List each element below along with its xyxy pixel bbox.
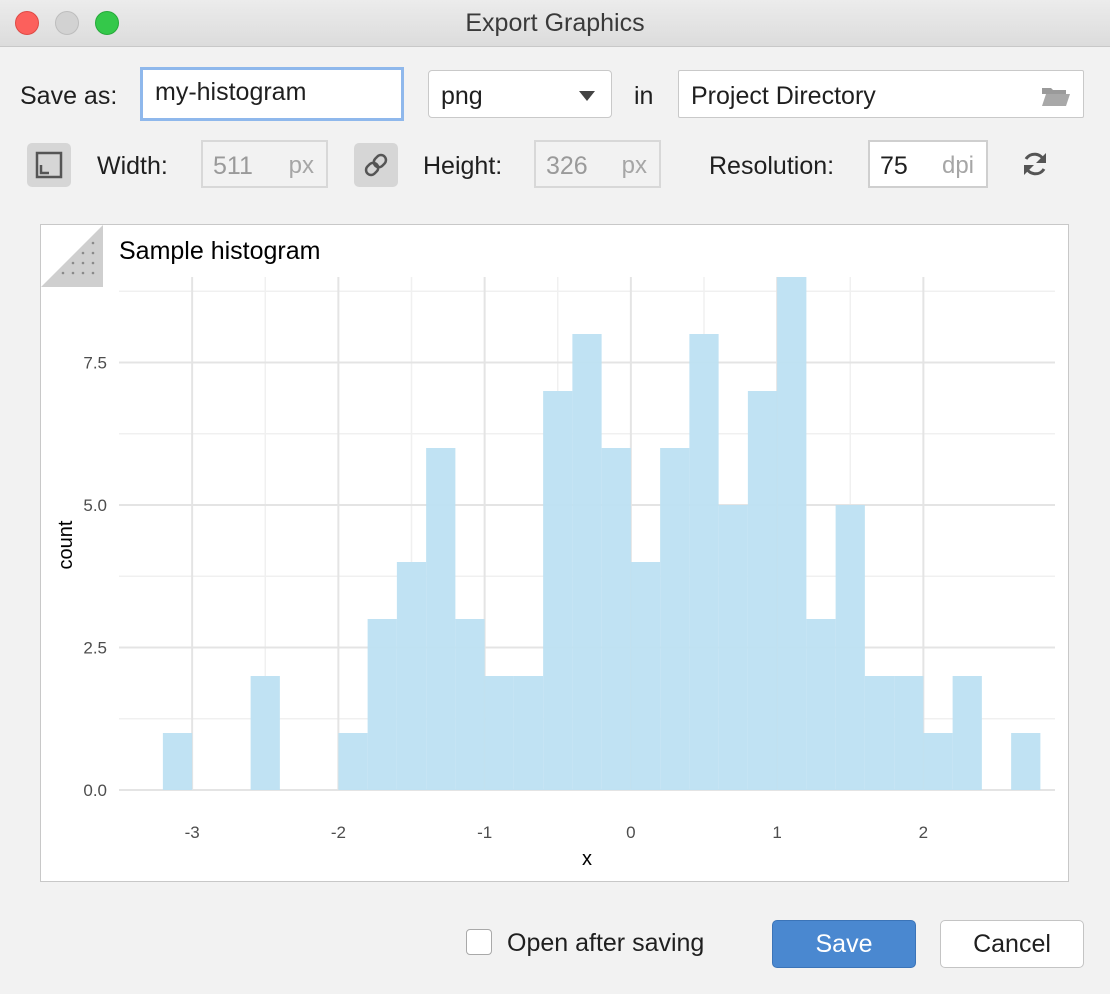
- histogram-bar: [367, 619, 397, 790]
- y-axis-ticks: 0.0 2.5 5.0 7.5: [83, 354, 107, 801]
- histogram-bars: [162, 277, 1041, 790]
- filename-input[interactable]: my-histogram: [140, 67, 404, 121]
- directory-field[interactable]: Project Directory: [678, 70, 1084, 118]
- histogram-bar: [250, 676, 280, 790]
- y-tick-label: 0.0: [83, 781, 107, 800]
- histogram-bar: [543, 391, 573, 790]
- x-tick-label: 2: [919, 823, 928, 842]
- histogram-bar: [864, 676, 895, 790]
- histogram-bar: [777, 277, 807, 790]
- histogram-bar: [923, 733, 953, 790]
- window-title: Export Graphics: [465, 9, 645, 37]
- x-tick-label: -2: [331, 823, 346, 842]
- histogram-bar: [689, 334, 719, 790]
- resolution-value: 75: [880, 152, 908, 180]
- format-select-value: png: [441, 82, 483, 110]
- width-label: Width:: [97, 152, 168, 180]
- histogram-bar: [426, 448, 456, 790]
- histogram-bar: [1011, 733, 1041, 790]
- width-unit: px: [288, 152, 314, 179]
- refresh-icon[interactable]: [1020, 149, 1050, 179]
- x-tick-label: -3: [185, 823, 200, 842]
- histogram-bar: [338, 733, 368, 790]
- y-tick-label: 7.5: [83, 354, 107, 373]
- width-field: 511 px: [201, 140, 328, 188]
- histogram-bar: [396, 562, 427, 790]
- height-value: 326: [546, 152, 588, 180]
- x-tick-label: -1: [477, 823, 492, 842]
- histogram-bar: [162, 733, 193, 790]
- save-button[interactable]: Save: [772, 920, 916, 968]
- link-proportions-button[interactable]: [354, 143, 398, 187]
- histogram-chart: -3 -2 -1 0 1 2 0.02.55.07.5 Sample histogram …: [55, 237, 1055, 870]
- histogram-bar: [718, 505, 748, 790]
- histogram-bar: [484, 676, 514, 790]
- histogram-bar: [747, 391, 778, 790]
- histogram-bar: [806, 619, 836, 790]
- export-graphics-dialog: Export Graphics Save as: my-histogram pn…: [0, 0, 1110, 994]
- resolution-label: Resolution:: [709, 152, 835, 180]
- link-icon: [364, 153, 388, 177]
- open-after-saving-checkbox[interactable]: [466, 929, 492, 955]
- resize-grip-icon[interactable]: [41, 225, 103, 287]
- folder-open-icon[interactable]: [1041, 85, 1071, 107]
- height-label: Height:: [423, 152, 503, 180]
- title-bar: Export Graphics: [0, 0, 1110, 47]
- width-value: 511: [213, 152, 253, 180]
- height-field: 326 px: [534, 140, 661, 188]
- histogram-bar: [835, 505, 865, 790]
- in-label: in: [634, 82, 654, 110]
- x-tick-label: 0: [626, 823, 635, 842]
- height-unit: px: [621, 152, 647, 179]
- histogram-bar: [455, 619, 485, 790]
- histogram-bar: [572, 334, 602, 790]
- chart-preview: -3 -2 -1 0 1 2 0.0 2.5 5.0 7.5 Sample histogram …: [40, 224, 1069, 882]
- y-tick-label: 2.5: [83, 639, 107, 658]
- histogram-bar: [513, 676, 544, 790]
- chart-title: Sample histogram: [119, 237, 320, 265]
- x-axis-label: x: [582, 848, 592, 870]
- open-after-saving-label[interactable]: Open after saving: [507, 929, 704, 958]
- histogram-bar: [601, 448, 631, 790]
- x-tick-label: 1: [772, 823, 781, 842]
- fit-size-button[interactable]: [27, 143, 71, 187]
- y-axis-label: count: [55, 520, 77, 569]
- format-select[interactable]: png: [428, 70, 612, 118]
- x-axis-ticks: -3 -2 -1 0 1 2: [185, 823, 929, 842]
- resolution-unit: dpi: [941, 152, 974, 179]
- cancel-button[interactable]: Cancel: [940, 920, 1084, 968]
- chevron-down-icon: [579, 91, 595, 101]
- y-tick-label: 5.0: [83, 496, 107, 515]
- histogram-bar: [952, 676, 982, 790]
- histogram-bar: [894, 676, 924, 790]
- resolution-field[interactable]: 75 dpi: [868, 140, 988, 188]
- histogram-bar: [630, 562, 661, 790]
- histogram-bar: [660, 448, 690, 790]
- directory-value: Project Directory: [691, 82, 876, 110]
- save-as-label: Save as:: [20, 82, 118, 110]
- fit-to-size-icon: [35, 151, 63, 179]
